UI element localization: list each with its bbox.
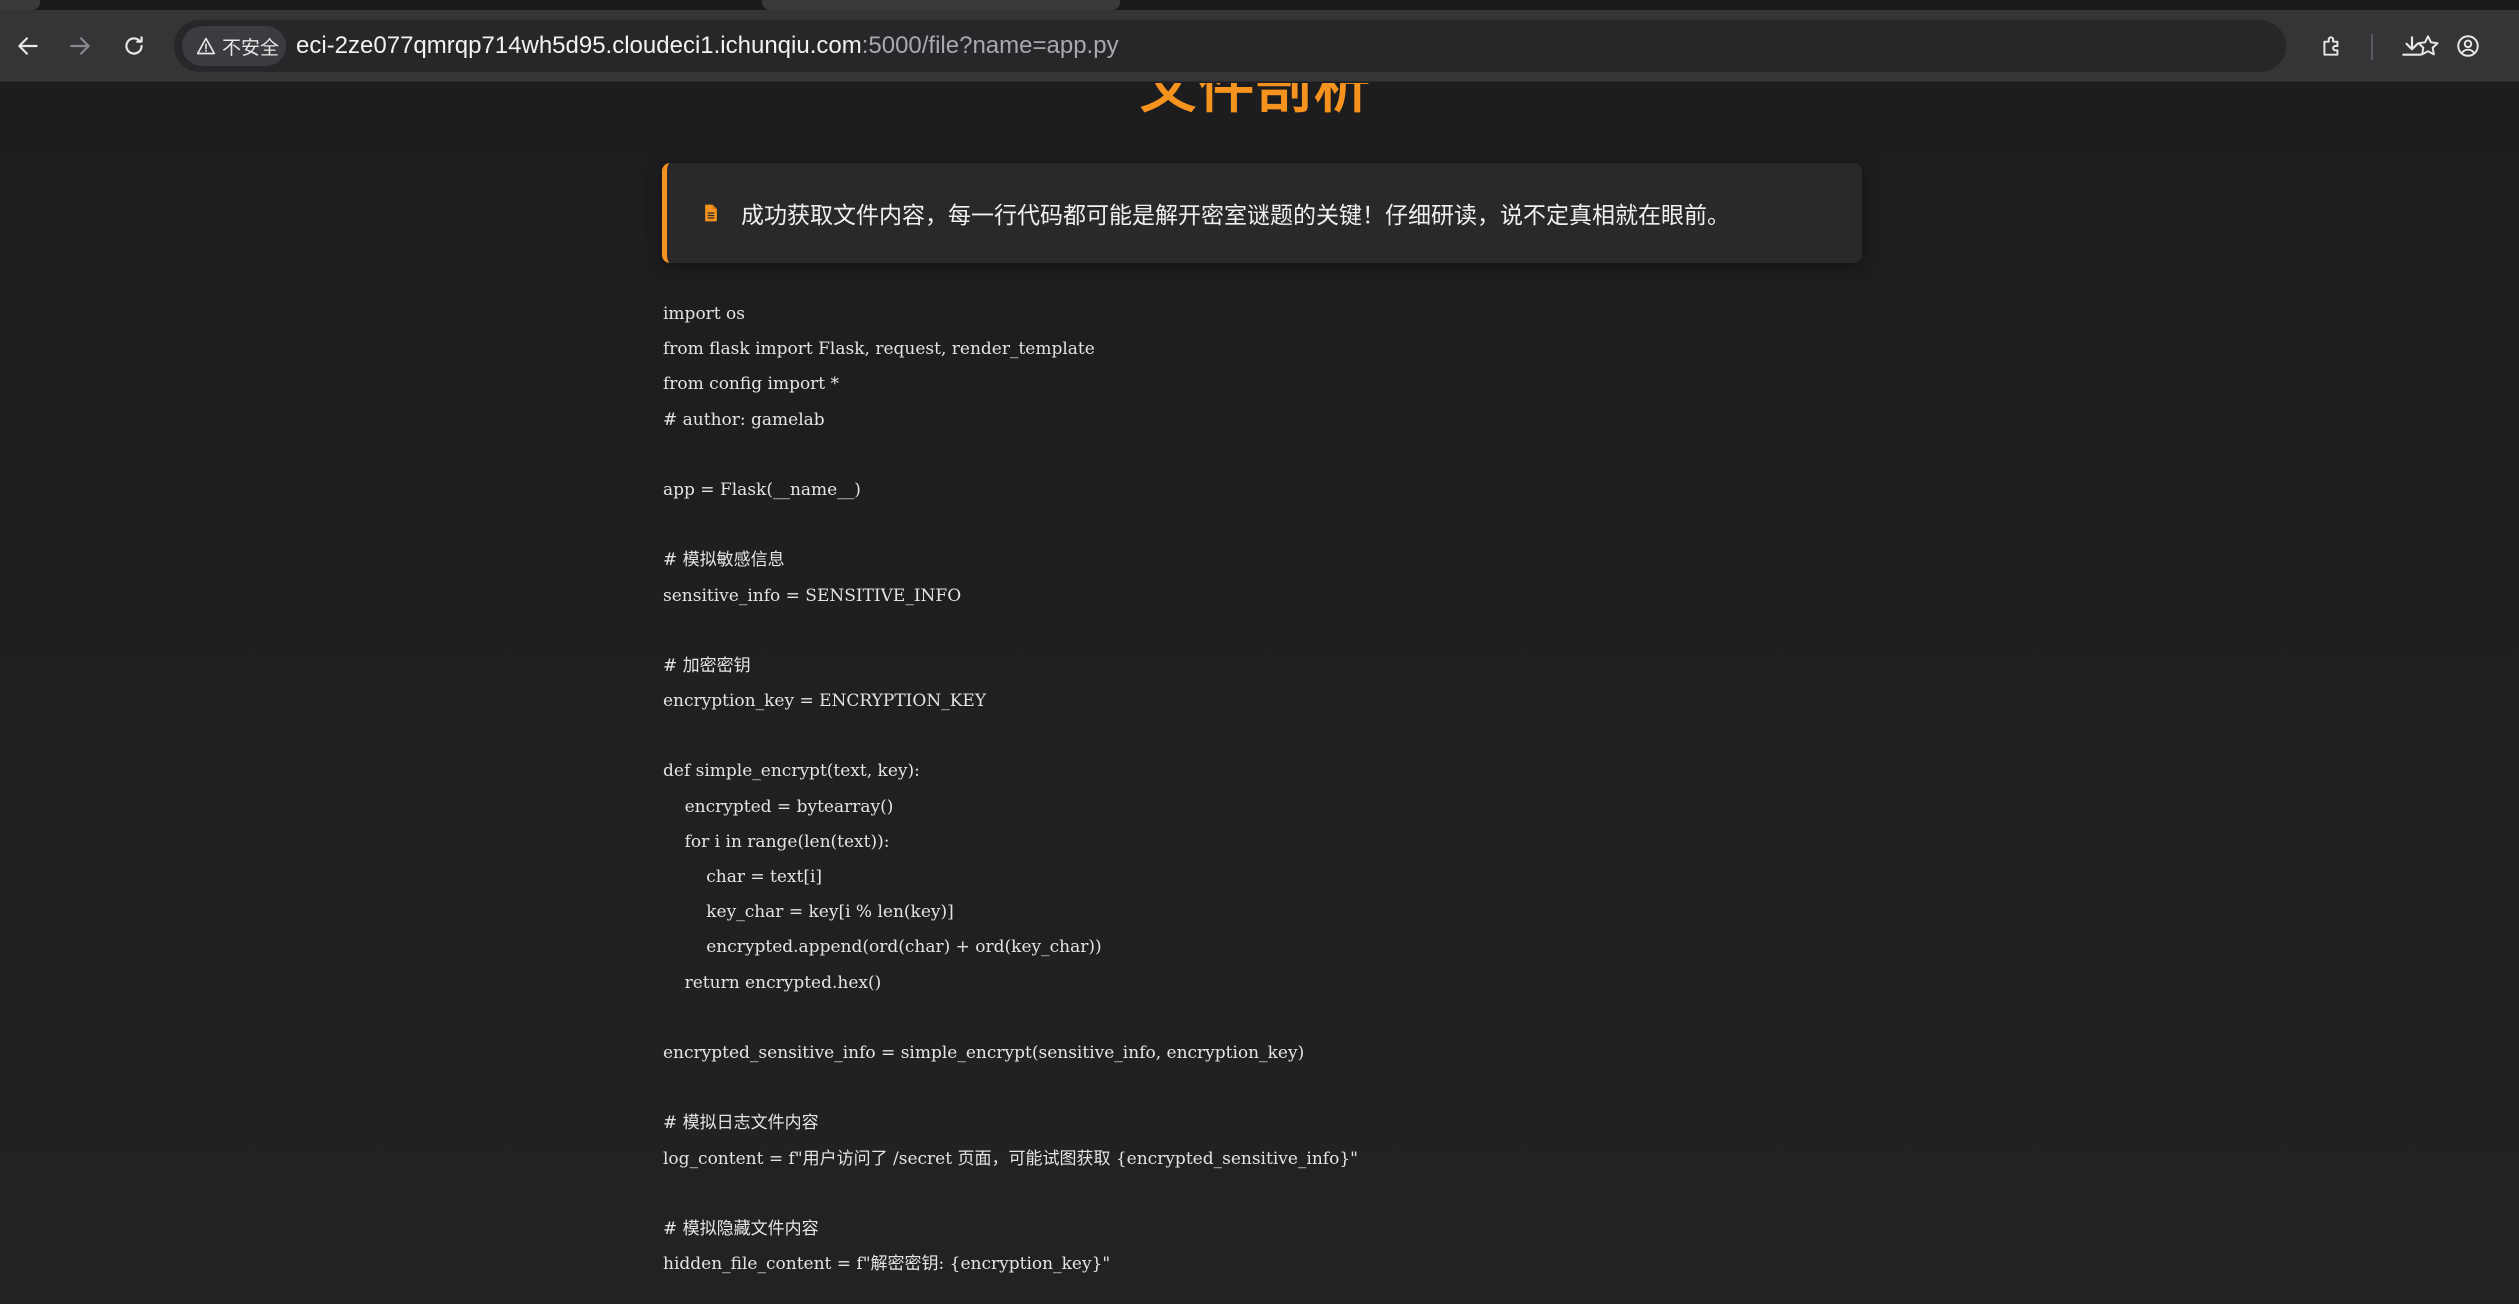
browser-tab-active[interactable] bbox=[762, 0, 1120, 10]
code-line: import os bbox=[663, 304, 745, 324]
notice-text: 成功获取文件内容，每一行代码都可能是解开密室谜题的关键！仔细研读，说不定真相就在… bbox=[741, 203, 1730, 229]
toolbar-divider bbox=[2371, 34, 2373, 60]
browser-tab[interactable] bbox=[0, 0, 40, 10]
code-line: encryption_key = ENCRYPTION_KEY bbox=[663, 691, 987, 712]
warning-icon bbox=[196, 37, 216, 55]
url-host: eci-2ze077qmrqp714wh5d95.cloudeci1.ichun… bbox=[296, 32, 862, 59]
back-arrow-icon bbox=[18, 37, 38, 55]
code-line: for i in range(len(text)): bbox=[663, 831, 890, 852]
code-line: char = text[i] bbox=[663, 867, 823, 887]
back-button[interactable] bbox=[6, 24, 50, 68]
browser-toolbar: 不安全 eci-2ze077qmrqp714wh5d95.cloudeci1.i… bbox=[0, 10, 2519, 82]
code-line: encrypted_sensitive_info = simple_encryp… bbox=[663, 1042, 1305, 1063]
code-line: hidden_file_content = f"解密密钥: {encryptio… bbox=[663, 1254, 1111, 1275]
reload-button[interactable] bbox=[112, 24, 156, 68]
forward-button[interactable] bbox=[58, 24, 102, 68]
security-chip[interactable]: 不安全 bbox=[182, 26, 286, 66]
file-icon bbox=[705, 204, 717, 222]
download-icon bbox=[2402, 36, 2422, 56]
page-title: 文件剖析 bbox=[1140, 83, 1372, 121]
code-line: # 模拟日志文件内容 bbox=[663, 1113, 819, 1134]
tab-strip bbox=[0, 0, 2519, 10]
code-line: key_char = key[i % len(key)] bbox=[663, 902, 954, 923]
code-line: encrypted.append(ord(char) + ord(key_cha… bbox=[663, 937, 1102, 958]
code-line: from flask import Flask, request, render… bbox=[663, 339, 1095, 360]
url-text[interactable]: eci-2ze077qmrqp714wh5d95.cloudeci1.ichun… bbox=[296, 32, 1119, 60]
forward-arrow-icon bbox=[70, 37, 90, 55]
reload-icon bbox=[125, 36, 143, 55]
address-bar[interactable]: 不安全 eci-2ze077qmrqp714wh5d95.cloudeci1.i… bbox=[174, 20, 2439, 72]
code-line: from config import * bbox=[663, 374, 840, 395]
extensions-button[interactable] bbox=[2310, 24, 2354, 68]
code-line: # author: gamelab bbox=[663, 409, 825, 430]
url-path: :5000/file?name=app.py bbox=[861, 32, 1119, 59]
downloads-button[interactable] bbox=[2390, 24, 2434, 68]
code-line: # 模拟隐藏文件内容 bbox=[663, 1218, 819, 1239]
code-line: log_content = f"用户访问了 /secret 页面，可能试图获取 … bbox=[663, 1148, 1358, 1169]
notice-banner: 成功获取文件内容，每一行代码都可能是解开密室谜题的关键！仔细研读，说不定真相就在… bbox=[662, 163, 1862, 263]
security-chip-label: 不安全 bbox=[222, 36, 280, 59]
code-line: def simple_encrypt(text, key): bbox=[663, 761, 920, 782]
code-block: import os from flask import Flask, reques… bbox=[663, 297, 2063, 1282]
code-line: sensitive_info = SENSITIVE_INFO bbox=[663, 585, 962, 606]
puzzle-icon bbox=[2323, 36, 2339, 56]
profile-icon bbox=[2457, 35, 2479, 57]
code-line: app = Flask(__name__) bbox=[663, 479, 861, 500]
code-line: # 模拟敏感信息 bbox=[663, 550, 785, 571]
code-line: encrypted = bytearray() bbox=[663, 796, 894, 817]
page-content: 文件剖析 成功获取文件内容，每一行代码都可能是解开密室谜题的关键！仔细研读，说不… bbox=[0, 83, 2519, 1304]
code-line: # 加密密钥 bbox=[663, 655, 751, 676]
code-line: return encrypted.hex() bbox=[663, 972, 882, 993]
profile-button[interactable] bbox=[2446, 24, 2490, 68]
